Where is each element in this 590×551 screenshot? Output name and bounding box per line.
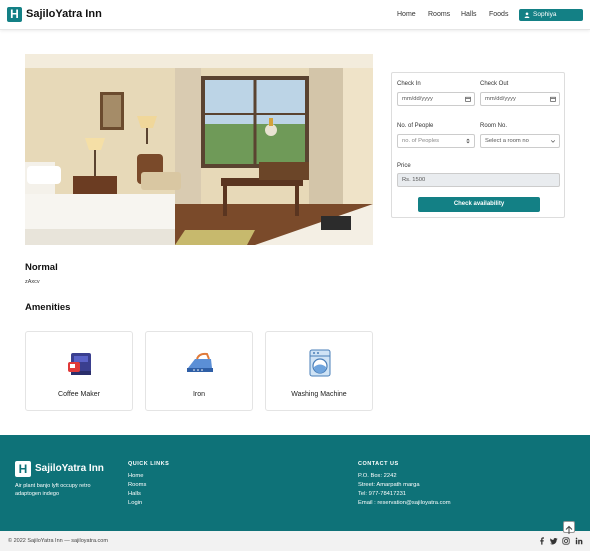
contact-phone: Tel: 977-78417231 xyxy=(358,491,407,497)
amenity-label: Coffee Maker xyxy=(58,391,100,398)
check-out-placeholder: mm/dd/yyyy xyxy=(485,96,516,102)
coffee-maker-icon xyxy=(68,353,91,375)
footer-brand: SajiloYatra Inn xyxy=(35,463,104,474)
check-out-input[interactable]: mm/dd/yyyy xyxy=(480,92,560,106)
amenities-title: Amenities xyxy=(25,302,71,313)
nav-link-halls[interactable]: Halls xyxy=(461,11,477,18)
nav-link-rooms[interactable]: Rooms xyxy=(428,11,450,18)
room-photo-illustration xyxy=(25,54,373,245)
brand-logo[interactable]: H xyxy=(7,7,22,22)
user-name: Sophiya Sharma0 xyxy=(533,11,560,30)
amenity-label: Washing Machine xyxy=(291,391,347,398)
check-in-label: Check In xyxy=(397,81,421,87)
room-photo xyxy=(25,54,373,245)
footer-link-rooms[interactable]: Rooms xyxy=(128,482,146,488)
facebook-icon[interactable] xyxy=(538,537,546,545)
contact-title: CONTACT US xyxy=(358,461,399,467)
iron-icon xyxy=(187,352,213,372)
brand-name[interactable]: SajiloYatra Inn xyxy=(26,8,102,20)
check-in-input[interactable]: mm/dd/yyyy xyxy=(397,92,475,106)
navbar: H SajiloYatra Inn Home Rooms Halls Foods… xyxy=(0,0,590,30)
room-no-label: Room No. xyxy=(480,123,508,129)
contact-email[interactable]: Email : reservation@sajiloyatra.com xyxy=(358,500,451,506)
footer-link-halls[interactable]: Halls xyxy=(128,491,141,497)
chevron-down-icon xyxy=(550,140,556,143)
nav-link-home[interactable]: Home xyxy=(397,11,416,18)
price-value: Rs. 1500 xyxy=(402,177,426,183)
amenity-card-iron: Iron xyxy=(145,331,253,411)
booking-form: Check In mm/dd/yyyy Check Out mm/dd/yyyy… xyxy=(391,72,565,218)
quick-links-title: QUICK LINKS xyxy=(128,461,170,467)
footer-logo[interactable]: H xyxy=(15,461,31,477)
room-description: zAxcv xyxy=(25,279,40,285)
footer-tagline: Air plant banjo lyft occupy retro adapto… xyxy=(15,483,91,497)
spinner-arrows-icon[interactable] xyxy=(465,138,471,144)
people-placeholder: no. of Peoples xyxy=(402,138,440,144)
calendar-icon[interactable] xyxy=(465,96,471,102)
footer: H SajiloYatra Inn Air plant banjo lyft o… xyxy=(0,435,590,531)
people-input[interactable]: no. of Peoples xyxy=(397,134,475,148)
contact-street: Street: Amarpath marga xyxy=(358,482,420,488)
user-menu-button[interactable]: Sophiya Sharma0 xyxy=(519,9,583,30)
check-in-placeholder: mm/dd/yyyy xyxy=(402,96,433,102)
amenity-label: Iron xyxy=(192,391,206,398)
price-input: Rs. 1500 xyxy=(397,173,560,187)
washing-machine-icon xyxy=(309,349,331,377)
instagram-icon[interactable] xyxy=(562,537,570,545)
copyright: © 2022 SajiloYatra Inn — sajiloyatra.com xyxy=(8,538,108,544)
price-label: Price xyxy=(397,163,411,169)
footer-link-home[interactable]: Home xyxy=(128,473,143,479)
footer-link-login[interactable]: Login xyxy=(128,500,142,506)
contact-po-box: P.O. Box: 2242 xyxy=(358,473,397,479)
user-icon xyxy=(524,12,530,18)
nav-link-foods[interactable]: Foods xyxy=(489,11,508,18)
back-to-top-button[interactable] xyxy=(563,521,575,534)
twitter-icon[interactable] xyxy=(550,537,558,545)
people-label: No. of People xyxy=(397,123,434,129)
linkedin-icon[interactable] xyxy=(575,537,583,545)
room-title: Normal xyxy=(25,262,58,273)
room-no-placeholder: Select a room no xyxy=(485,138,529,144)
check-out-label: Check Out xyxy=(480,81,509,87)
check-availability-button[interactable]: Check availability xyxy=(418,197,540,212)
room-no-select[interactable]: Select a room no xyxy=(480,134,560,148)
arrow-up-icon xyxy=(565,525,573,534)
amenity-card-washing-machine: Washing Machine xyxy=(265,331,373,411)
bottom-bar: © 2022 SajiloYatra Inn — sajiloyatra.com xyxy=(0,531,590,551)
amenity-card-coffee-maker: Coffee Maker xyxy=(25,331,133,411)
calendar-icon[interactable] xyxy=(550,96,556,102)
